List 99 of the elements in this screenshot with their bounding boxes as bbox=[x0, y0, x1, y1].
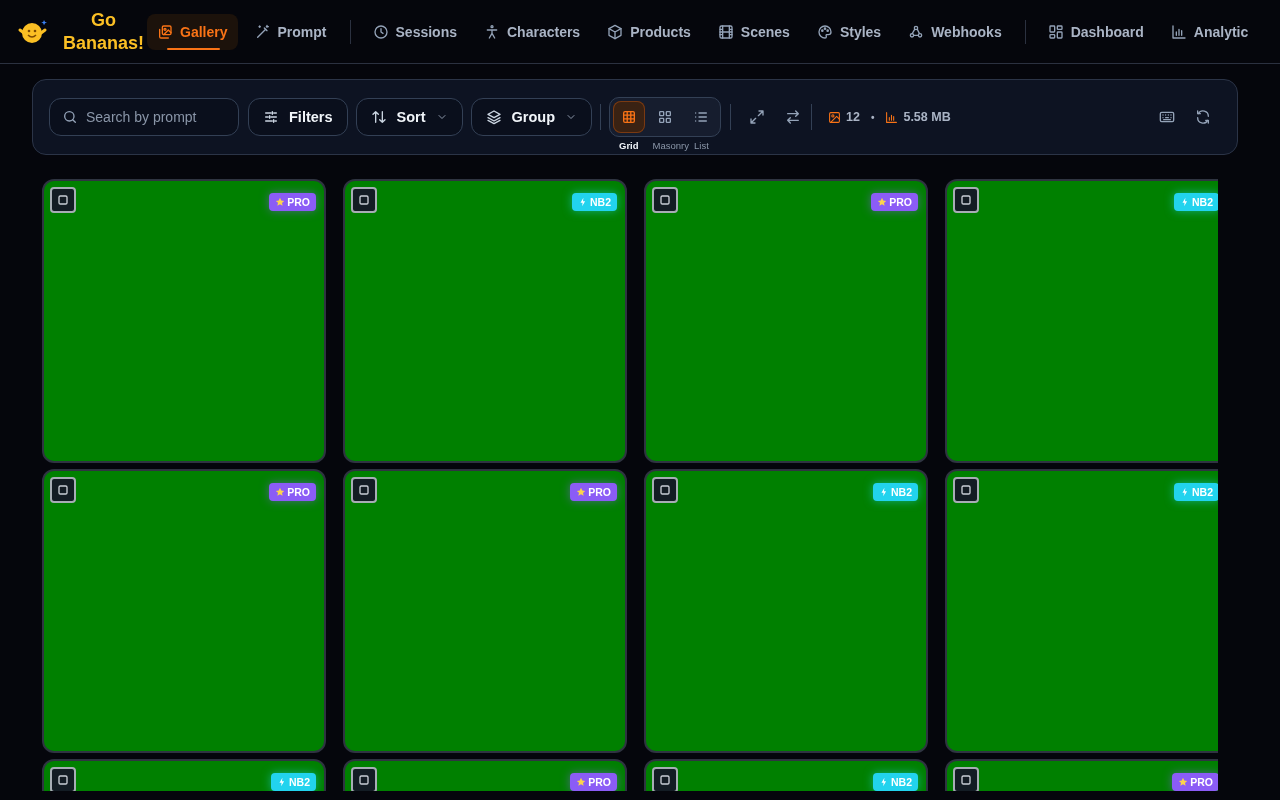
model-badge: PRO bbox=[570, 483, 617, 501]
nav-tab[interactable]: Styles bbox=[806, 13, 892, 50]
select-button[interactable] bbox=[652, 187, 678, 213]
sort-button[interactable]: Sort bbox=[355, 98, 463, 136]
square-icon bbox=[55, 192, 71, 208]
select-button[interactable] bbox=[652, 767, 678, 791]
dashboard-icon bbox=[1047, 23, 1064, 40]
grid-icon bbox=[621, 109, 637, 125]
total-size: 5.58 MB bbox=[903, 110, 951, 124]
select-button[interactable] bbox=[953, 767, 979, 791]
square-icon bbox=[55, 482, 71, 498]
select-button[interactable] bbox=[50, 187, 76, 213]
nav-tab[interactable]: Prompt bbox=[244, 13, 337, 50]
group-button[interactable]: Group bbox=[470, 98, 592, 136]
refresh-icon bbox=[1195, 109, 1211, 125]
select-button[interactable] bbox=[953, 477, 979, 503]
nav-tab[interactable]: Sessions bbox=[362, 13, 467, 50]
lightning-icon bbox=[879, 777, 889, 787]
model-badge: NB2 bbox=[873, 483, 918, 501]
square-icon bbox=[958, 192, 974, 208]
view-mode-label: Masonry bbox=[652, 140, 689, 151]
nav-tab[interactable]: Webhooks bbox=[898, 13, 1012, 50]
select-button[interactable] bbox=[50, 767, 76, 791]
model-badge: NB2 bbox=[271, 773, 316, 791]
lightning-icon bbox=[1180, 197, 1190, 207]
nav-tab[interactable]: Analytic bbox=[1160, 13, 1249, 50]
person-icon bbox=[484, 23, 500, 40]
image-card[interactable]: PRO bbox=[945, 759, 1218, 791]
square-icon bbox=[958, 482, 974, 498]
view-mode-label: List bbox=[694, 140, 709, 151]
app-name: Go Bananas! bbox=[63, 8, 145, 55]
square-icon bbox=[657, 192, 673, 208]
swap-arrows-icon bbox=[785, 109, 801, 125]
keyboard-icon bbox=[1159, 109, 1175, 125]
sort-arrows-icon bbox=[370, 109, 387, 125]
model-badge: PRO bbox=[570, 773, 617, 791]
select-button[interactable] bbox=[953, 187, 979, 213]
model-badge: NB2 bbox=[873, 773, 918, 791]
square-icon bbox=[657, 482, 673, 498]
model-badge: PRO bbox=[269, 483, 316, 501]
nav-tab[interactable]: Dashboard bbox=[1037, 13, 1154, 50]
tiles-icon bbox=[657, 109, 673, 125]
search-field[interactable]: Search by prompt bbox=[49, 98, 239, 136]
star-icon bbox=[877, 197, 888, 207]
view-mode-button[interactable] bbox=[613, 101, 645, 133]
model-badge: NB2 bbox=[1174, 193, 1218, 211]
model-badge: PRO bbox=[871, 193, 918, 211]
image-count: 12 bbox=[846, 110, 860, 124]
search-icon bbox=[62, 109, 78, 125]
square-icon bbox=[958, 772, 974, 788]
model-badge: NB2 bbox=[572, 193, 617, 211]
view-mode-label: Grid bbox=[619, 140, 639, 151]
lightning-icon bbox=[578, 197, 588, 207]
nav-tab[interactable]: Products bbox=[597, 13, 701, 50]
list-icon bbox=[693, 109, 709, 125]
image-card[interactable]: PRO bbox=[42, 179, 326, 463]
select-button[interactable] bbox=[652, 477, 678, 503]
palette-icon bbox=[816, 23, 833, 40]
bar-chart-icon bbox=[1170, 23, 1187, 40]
image-card[interactable]: PRO bbox=[644, 179, 928, 463]
lightning-icon bbox=[277, 777, 287, 787]
square-icon bbox=[356, 772, 372, 788]
star-icon bbox=[275, 487, 286, 497]
nav-tab[interactable]: Scenes bbox=[707, 13, 800, 50]
nav-tab[interactable]: Characters bbox=[474, 13, 591, 50]
star-icon bbox=[275, 197, 286, 207]
model-badge: PRO bbox=[1172, 773, 1218, 791]
star-icon bbox=[576, 777, 587, 787]
select-button[interactable] bbox=[351, 477, 377, 503]
lightning-icon bbox=[1180, 487, 1190, 497]
expand-icon bbox=[749, 109, 765, 125]
images-icon bbox=[157, 23, 174, 40]
film-icon bbox=[717, 23, 734, 40]
magic-wand-icon bbox=[254, 23, 271, 40]
sliders-icon bbox=[263, 109, 279, 125]
image-icon bbox=[828, 110, 841, 124]
image-card[interactable]: PRO bbox=[343, 759, 627, 791]
select-button[interactable] bbox=[351, 187, 377, 213]
nav-tab[interactable]: Gallery bbox=[147, 13, 238, 50]
clock-icon bbox=[372, 23, 389, 40]
square-icon bbox=[356, 482, 372, 498]
star-icon bbox=[576, 487, 587, 497]
bar-chart-icon bbox=[885, 110, 899, 124]
filters-button[interactable]: Filters bbox=[248, 98, 348, 136]
image-card[interactable]: PRO bbox=[42, 469, 326, 753]
square-icon bbox=[55, 772, 71, 788]
star-icon bbox=[1178, 777, 1189, 787]
webhook-icon bbox=[908, 23, 925, 40]
square-icon bbox=[657, 772, 673, 788]
image-card[interactable]: PRO bbox=[343, 469, 627, 753]
square-icon bbox=[356, 192, 372, 208]
select-button[interactable] bbox=[50, 477, 76, 503]
separator-dot: • bbox=[870, 111, 875, 123]
select-button[interactable] bbox=[351, 767, 377, 791]
cube-icon bbox=[607, 23, 624, 40]
model-badge: NB2 bbox=[1174, 483, 1218, 501]
model-badge: PRO bbox=[269, 193, 316, 211]
layers-icon bbox=[485, 109, 502, 125]
lightning-icon bbox=[879, 487, 889, 497]
